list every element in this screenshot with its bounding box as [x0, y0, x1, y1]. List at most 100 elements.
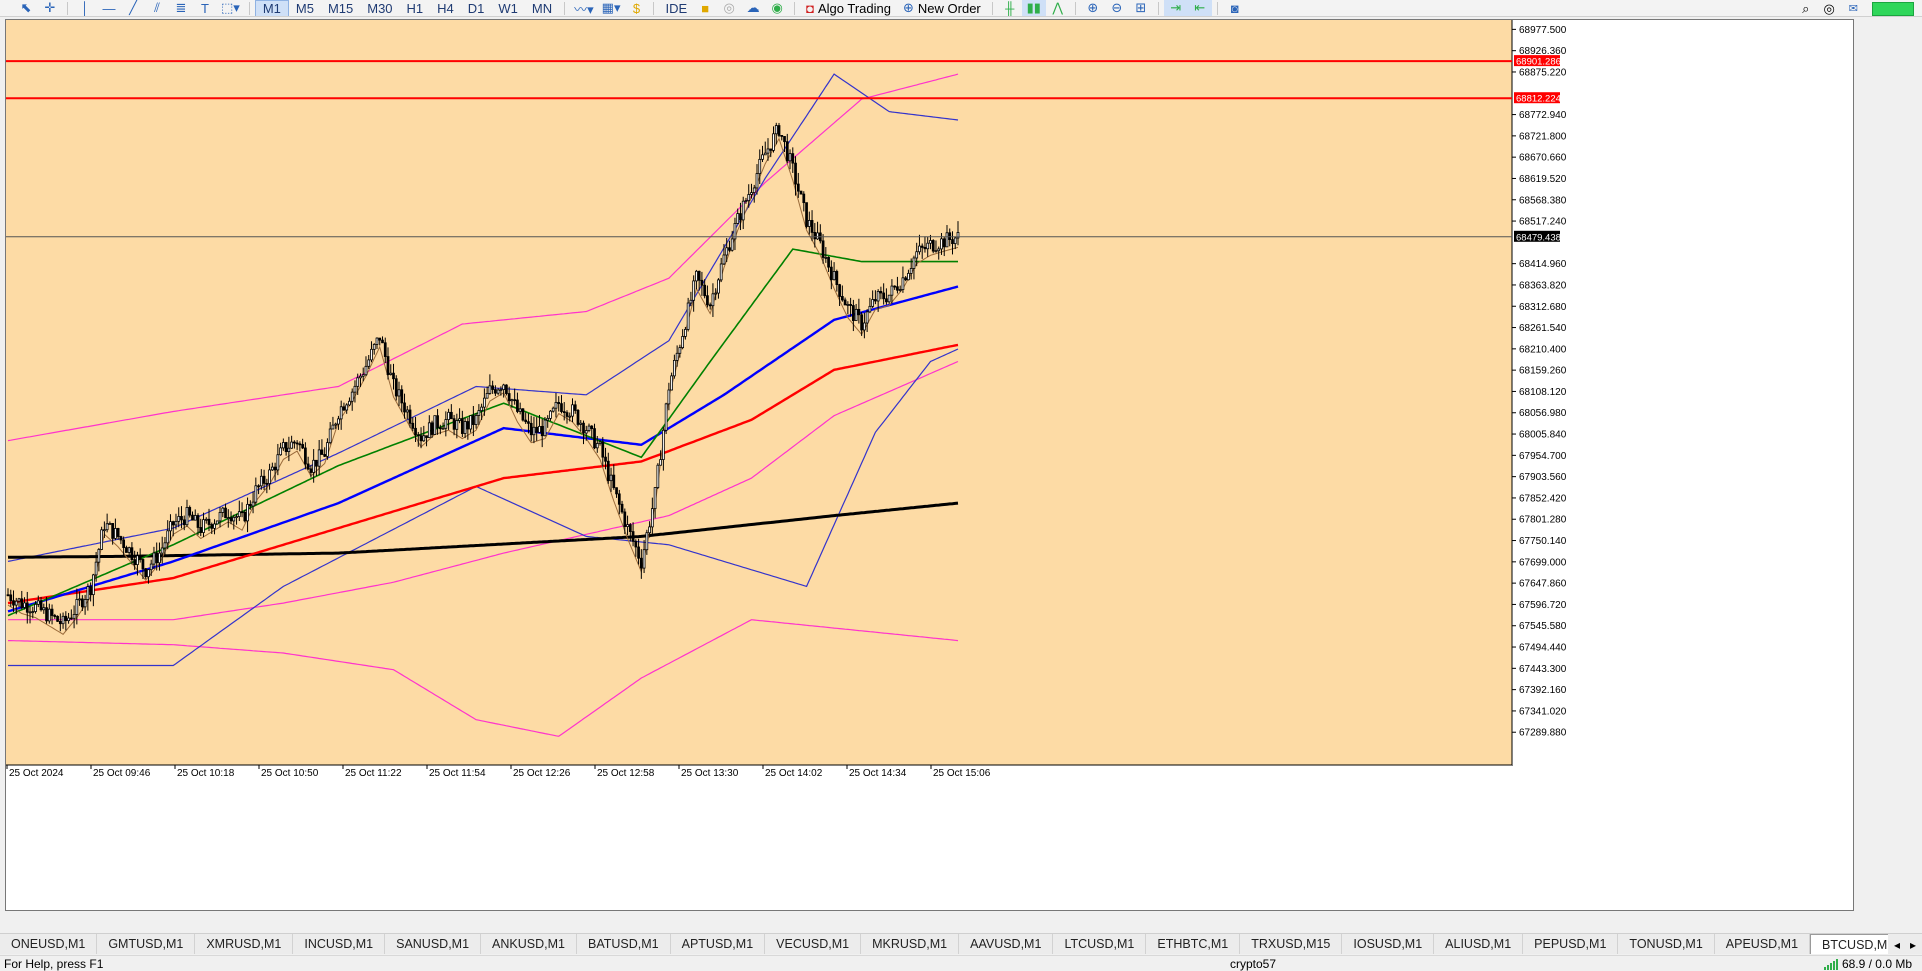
price-chart[interactable]: 68901.286 68812.224 68479.438 68977.500 6892… — [5, 19, 1854, 911]
chart-tab[interactable]: TRXUSD,M15 — [1240, 934, 1343, 954]
chart-canvas[interactable]: 68901.286 68812.224 68479.438 68977.500 6892… — [6, 20, 1853, 910]
candle-body — [609, 474, 613, 482]
search-icon[interactable]: ⌕ — [1802, 1, 1809, 17]
candle-body — [645, 532, 649, 551]
tab-scroll-controls: ◂ ▸ — [1887, 934, 1922, 954]
price-axis-label: 68875.220 — [1519, 67, 1567, 78]
fibonacci-icon[interactable]: ≣ — [169, 0, 193, 16]
candle-body — [226, 517, 230, 520]
tab-scroll-left-icon[interactable]: ◂ — [1894, 938, 1900, 952]
trendline-icon[interactable]: ╱ — [121, 0, 145, 16]
candle-body — [587, 425, 591, 431]
shapes-icon[interactable]: ⬚▾ — [217, 0, 244, 16]
account-icon[interactable]: ◎ — [1823, 1, 1834, 17]
price-axis-label: 68414.960 — [1519, 259, 1567, 270]
chart-tab[interactable]: SANUSD,M1 — [385, 934, 482, 954]
chart-tab[interactable]: BATUSD,M1 — [577, 934, 671, 954]
screenshot-icon[interactable]: ◙ — [1223, 0, 1247, 16]
timeframe-h4[interactable]: H4 — [430, 0, 461, 16]
chart-tab[interactable]: PEPUSD,M1 — [1523, 934, 1619, 954]
candle-body — [634, 540, 638, 548]
algo-trading-button[interactable]: ◘ Algo Trading — [800, 0, 897, 16]
crosshair-icon[interactable]: ✛ — [38, 0, 62, 16]
chart-tab[interactable]: XMRUSD,M1 — [195, 934, 294, 954]
connection-status-indicator — [1872, 1, 1914, 16]
chart-tab[interactable]: VECUSD,M1 — [765, 934, 862, 954]
candle-body — [147, 569, 150, 578]
timeframe-d1[interactable]: D1 — [461, 0, 492, 16]
candle-body — [229, 517, 233, 522]
chart-tab[interactable]: GMTUSD,M1 — [97, 934, 196, 954]
chart-tab[interactable]: APTUSD,M1 — [671, 934, 766, 954]
autoscroll-icon[interactable]: ⇥ — [1163, 0, 1188, 16]
candle-body — [681, 336, 685, 349]
candle-body — [460, 418, 464, 434]
chart-tab[interactable]: ETHBTC,M1 — [1146, 934, 1241, 954]
timeframe-w1[interactable]: W1 — [491, 0, 525, 16]
time-axis-label: 25 Oct 14:02 — [765, 768, 823, 779]
candle-body — [860, 314, 863, 331]
vertical-line-icon[interactable]: │ — [73, 0, 97, 16]
text-tool-icon[interactable]: T — [193, 0, 217, 16]
vps-icon[interactable]: ◉ — [765, 0, 789, 16]
timeframe-m5[interactable]: M5 — [289, 0, 321, 16]
timeframe-m30[interactable]: M30 — [360, 0, 399, 16]
candle-body — [951, 239, 954, 245]
candle-body — [750, 192, 753, 195]
candle-body — [155, 552, 159, 564]
horizontal-line-icon[interactable]: — — [97, 0, 121, 16]
market-icon[interactable]: $ — [624, 0, 648, 16]
candle-body — [780, 135, 784, 137]
cloud-icon[interactable]: ☁ — [741, 0, 765, 16]
candle-body — [538, 425, 541, 433]
chart-tab[interactable]: TONUSD,M1 — [1618, 934, 1715, 954]
line-chart-icon[interactable]: ⋀ — [1046, 0, 1070, 16]
candle-body — [711, 293, 715, 307]
timeframe-h1[interactable]: H1 — [400, 0, 431, 16]
candle-body — [339, 406, 343, 420]
chart-tab[interactable]: IOSUSD,M1 — [1342, 934, 1435, 954]
timeframe-mn[interactable]: MN — [525, 0, 559, 16]
candle-body — [350, 391, 354, 402]
indicators-icon[interactable]: 〰▾ — [570, 0, 598, 17]
lock-icon[interactable]: ■ — [693, 0, 717, 16]
price-axis-label: 68619.520 — [1519, 174, 1567, 185]
candle-body — [196, 515, 200, 528]
candle-body — [364, 365, 368, 376]
zoom-out-icon[interactable]: ⊖ — [1105, 0, 1129, 16]
status-profile-name: crypto57 — [1230, 957, 1277, 971]
tab-scroll-right-icon[interactable]: ▸ — [1910, 938, 1916, 952]
candle-body — [543, 419, 547, 437]
chart-shift-icon[interactable]: ⇤ — [1187, 0, 1212, 16]
candle-body — [441, 427, 445, 430]
candle-body — [240, 511, 244, 514]
chart-tab[interactable]: ALIUSD,M1 — [1434, 934, 1524, 954]
cursor-icon[interactable]: ⬉ — [14, 0, 38, 16]
bar-chart-icon[interactable]: ╫ — [998, 0, 1022, 16]
chart-tab[interactable]: MKRUSD,M1 — [861, 934, 960, 954]
candle-body — [458, 418, 461, 421]
chart-tab[interactable]: ANKUSD,M1 — [481, 934, 577, 954]
candlestick-chart-icon[interactable]: ▮▮ — [1021, 0, 1046, 16]
timeframe-m15[interactable]: M15 — [321, 0, 360, 16]
chart-tab[interactable]: INCUSD,M1 — [293, 934, 386, 954]
candle-body — [276, 454, 280, 471]
timeframe-m1[interactable]: M1 — [254, 0, 289, 16]
candle-body — [829, 266, 833, 281]
chart-tab[interactable]: AAVUSD,M1 — [959, 934, 1054, 954]
chat-icon[interactable]: ✉ — [1849, 2, 1858, 15]
price-axis-label: 67647.860 — [1519, 579, 1567, 590]
zoom-in-icon[interactable]: ⊕ — [1081, 0, 1105, 16]
channel-icon[interactable]: ⫽ — [145, 0, 169, 16]
tile-windows-icon[interactable]: ⊞ — [1129, 0, 1153, 16]
templates-icon[interactable]: ▦▾ — [598, 0, 625, 16]
candle-body — [667, 389, 671, 405]
candle-body — [9, 594, 13, 602]
chart-tab[interactable]: LTCUSD,M1 — [1053, 934, 1147, 954]
signal-icon[interactable]: ◎ — [717, 0, 741, 16]
ide-button[interactable]: IDE — [659, 0, 693, 16]
chart-tab[interactable]: APEUSD,M1 — [1715, 934, 1811, 954]
chart-tab[interactable]: ONEUSD,M1 — [0, 934, 98, 954]
new-order-button[interactable]: ⊕ New Order — [897, 0, 987, 16]
candle-body — [466, 421, 470, 430]
